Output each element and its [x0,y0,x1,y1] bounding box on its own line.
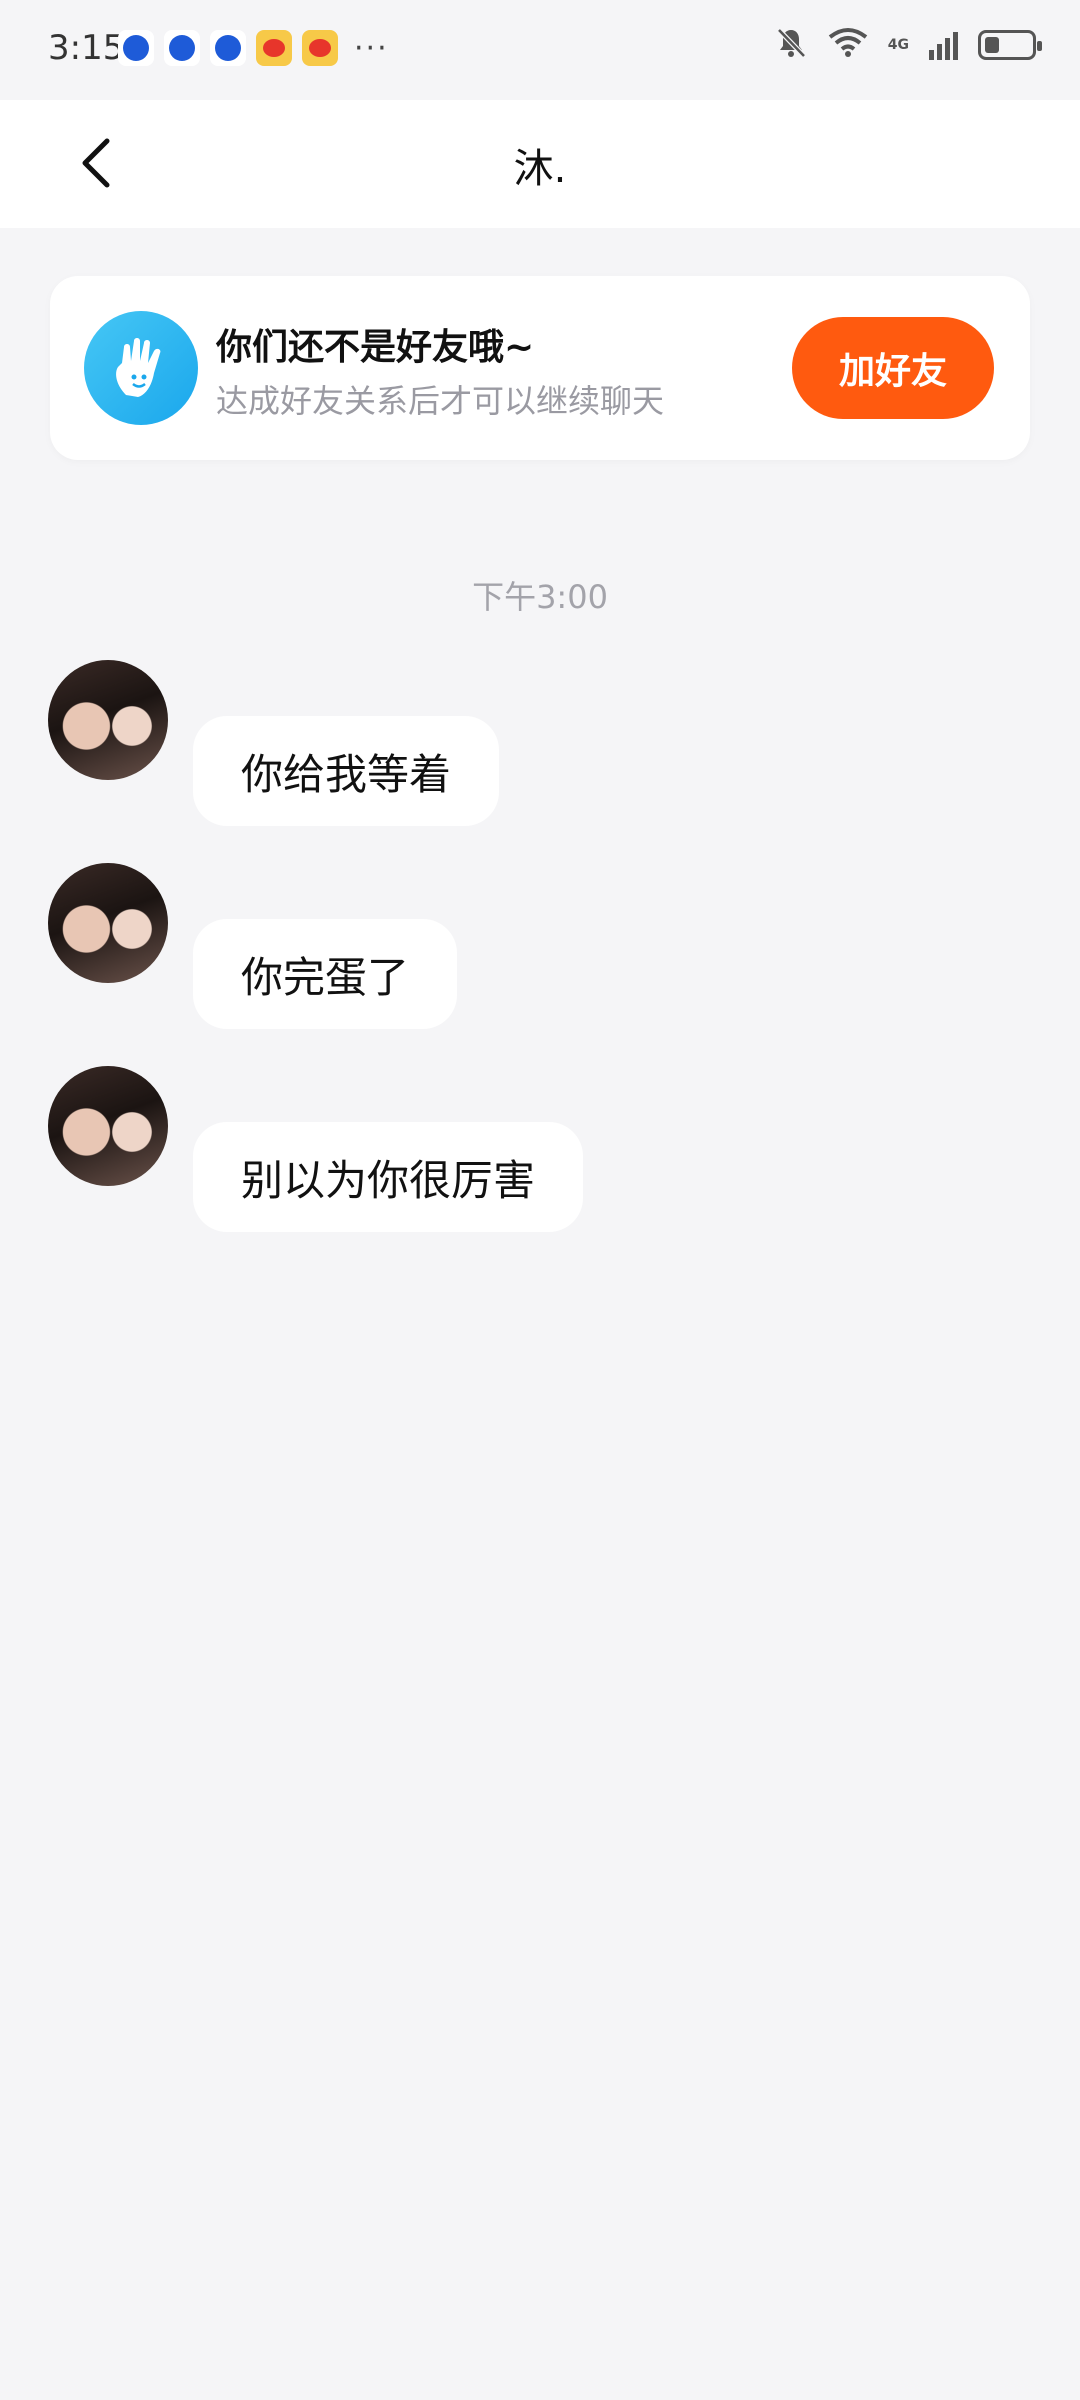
message-bubble[interactable]: 别以为你很厉害 [193,1122,584,1232]
weibo-notification-icon [256,30,292,66]
chat-title: 沐. [513,146,567,192]
add-friend-button[interactable]: 加好友 [792,317,994,419]
avatar[interactable] [48,1066,168,1186]
app-notification-icon [118,30,154,66]
not-friends-card: 你们还不是好友哦~ 达成好友关系后才可以继续聊天 加好友 [50,276,1030,460]
status-time: 3:15 [48,28,125,68]
not-friends-title: 你们还不是好友哦~ [216,327,535,368]
message-row: 你完蛋了 [48,863,948,1029]
wifi-icon [828,27,868,63]
not-friends-subtitle: 达成好友关系后才可以继续聊天 [216,382,665,420]
more-notifications-icon: ··· [354,30,389,66]
message-row: 别以为你很厉害 [48,1066,948,1232]
avatar[interactable] [48,660,168,780]
system-icons: 4G [774,26,1042,64]
status-bar: 3:15 ··· 4G [0,0,1080,100]
hand-wave-icon [84,311,198,425]
battery-icon [978,30,1042,60]
app-notification-icon [164,30,200,66]
avatar[interactable] [48,863,168,983]
network-type: 4G [887,37,909,53]
mute-bell-icon [774,26,808,64]
weibo-notification-icon [302,30,338,66]
message-bubble[interactable]: 你完蛋了 [193,919,458,1029]
chat-header: 沐. [0,100,1080,228]
signal-icon [929,30,958,60]
message-timestamp: 下午3:00 [472,578,608,616]
notification-icons: ··· [118,30,389,66]
message-row: 你给我等着 [48,660,948,826]
message-bubble[interactable]: 你给我等着 [193,716,500,826]
app-notification-icon [210,30,246,66]
